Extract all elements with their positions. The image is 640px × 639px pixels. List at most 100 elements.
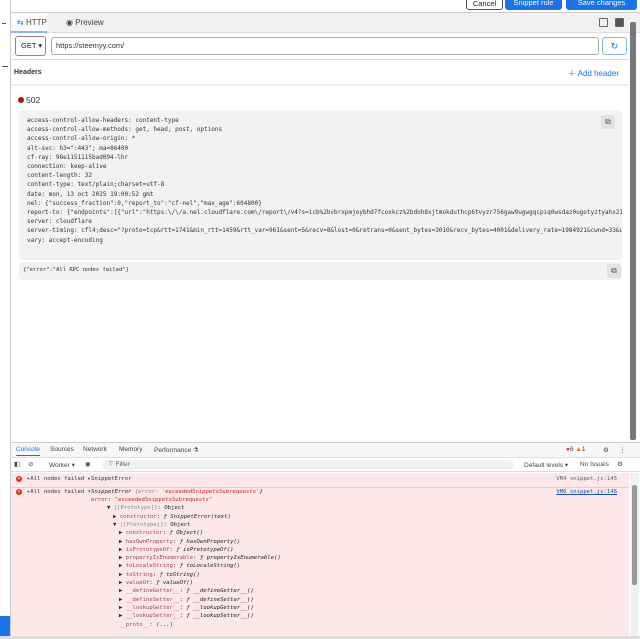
top-action-bar: Cancel Snippet rule Save changes	[11, 0, 640, 13]
devtools-panel: Console Sources Network Memory Performan…	[11, 442, 640, 637]
expand-arrow-icon[interactable]: ▶	[113, 514, 120, 520]
response-body: {"error":"All RPC nodes failed"}	[23, 267, 129, 273]
tree-node[interactable]: ▶ propertyIsEnumerable: ƒ propertyIsEnum…	[119, 555, 281, 561]
expand-arrow-icon[interactable]: ▶	[119, 563, 126, 569]
tree-node[interactable]: ▶ toLocaleString: ƒ toLocaleString()	[119, 563, 240, 569]
error-icon: ×	[16, 476, 22, 482]
filter-input[interactable]: ⊤ Filter	[102, 460, 514, 470]
save-changes-button[interactable]: Save changes	[566, 0, 637, 10]
plus-icon: ＋	[567, 69, 576, 78]
header-line: content-type: text/plain;charset=utf-8	[27, 181, 165, 189]
expand-arrow-icon[interactable]: ▶	[119, 588, 126, 594]
status-dot-icon	[18, 97, 24, 103]
headers-section: Headers ＋ Add header	[11, 60, 629, 86]
expand-arrow-icon[interactable]: ▼	[113, 522, 120, 528]
tree-node[interactable]: error: "exceededSnippetsSubrequests"	[91, 497, 212, 503]
console-message[interactable]: × ▸All nodes failed ▸SnippetError VM4 sn…	[11, 476, 629, 488]
header-line: server: cloudflare	[27, 218, 93, 226]
error-count[interactable]: ●6 ▲1	[566, 446, 585, 453]
header-line: server-timing: cfl4;desc="?proto=tcp&rtt…	[27, 227, 622, 235]
console-scrollbar[interactable]	[630, 473, 639, 637]
context-select[interactable]: Worker ▾	[49, 461, 75, 469]
add-header-button[interactable]: ＋ Add header	[568, 68, 619, 79]
header-line: report-to: {"endpoints":[{"url":"https:\…	[27, 209, 622, 217]
copy-body-icon[interactable]: ⧉	[607, 264, 621, 278]
tab-memory[interactable]: Memory	[119, 446, 142, 453]
tree-node[interactable]: ▼ [[Prototype]]: Object	[113, 522, 191, 528]
expand-arrow-icon[interactable]: ▶	[119, 613, 126, 619]
tab-http[interactable]: ⇆ HTTP	[11, 13, 47, 33]
tree-node[interactable]: ▶ valueOf: ƒ valueOf()	[119, 580, 193, 586]
tree-node[interactable]: ▶ isPrototypeOf: ƒ isPrototypeOf()	[119, 547, 234, 553]
settings-icon[interactable]: ⚙	[603, 446, 609, 454]
url-input[interactable]: https://steemyy.com/	[51, 37, 599, 55]
header-line: access-control-allow-origin: *	[27, 135, 136, 143]
header-line: access-control-allow-headers: content-ty…	[27, 117, 179, 124]
tree-node[interactable]: ▶ __defineSetter__: ƒ __defineSetter__()	[119, 597, 254, 603]
filter-icon: ⊤	[108, 461, 114, 468]
error-icon: ×	[16, 489, 22, 495]
eye-icon[interactable]: ◉	[85, 460, 91, 468]
caret-down-icon: ▾	[38, 41, 43, 50]
copy-icon[interactable]: ⧉	[601, 115, 615, 129]
sidebar-toggle-icon[interactable]: ◧	[14, 460, 20, 468]
clear-console-icon[interactable]: ⊘	[28, 460, 33, 468]
request-bar: GET ▾ https://steemyy.com/ ↻	[11, 33, 629, 60]
header-line: vary: accept-encoding	[27, 236, 103, 244]
tab-network[interactable]: Network	[83, 446, 107, 453]
header-line: connection: keep-alive	[27, 163, 107, 171]
response-headers: access-control-allow-headers: content-ty…	[27, 116, 622, 245]
tree-node[interactable]: ▶ __lookupSetter__: ƒ __lookupSetter__()	[119, 613, 254, 619]
more-icon[interactable]: ⋮	[619, 446, 626, 454]
tree-node[interactable]: ▶ __defineGetter__: ƒ __defineGetter__()	[119, 588, 254, 594]
left-indicator	[0, 616, 10, 636]
tree-node[interactable]: ▶ constructor: ƒ Object()	[119, 530, 203, 536]
tree-node[interactable]: ▶ constructor: ƒ SnippetError(text)	[113, 514, 231, 520]
arrows-icon: ⇆	[17, 18, 24, 27]
source-link[interactable]: VM6 snippet.js:146	[556, 489, 617, 495]
source-link[interactable]: VM4 snippet.js:145	[556, 476, 617, 482]
expand-arrow-icon[interactable]: ▶	[119, 547, 126, 553]
refresh-icon: ↻	[610, 41, 619, 51]
response-body-box: {"error":"All RPC nodes failed"} ⧉	[19, 262, 622, 280]
tree-node[interactable]: ▶ __lookupGetter__: ƒ __lookupGetter__()	[119, 605, 254, 611]
expand-arrow-icon[interactable]: ▶	[119, 539, 126, 545]
header-line: date: mon, 13 oct 2025 19:00:52 gmt	[27, 190, 154, 198]
expand-arrow-icon[interactable]: ▶	[119, 572, 126, 578]
header-line: nel: {"success_fraction":0,"report_to":"…	[27, 199, 262, 207]
refresh-button[interactable]: ↻	[602, 37, 627, 55]
headers-label: Headers	[14, 69, 42, 76]
tree-node[interactable]: ▶ toString: ƒ toString()	[119, 572, 200, 578]
console-settings-icon[interactable]: ⚙	[617, 460, 623, 468]
snippet-rule-button[interactable]: Snippet rule	[505, 0, 562, 10]
status-badge: 502	[18, 95, 40, 105]
expand-arrow-icon[interactable]: ▶	[119, 605, 126, 611]
expand-arrow-icon[interactable]: ▶	[119, 555, 126, 561]
request-tabs: ⇆ HTTP ◉ Preview	[11, 13, 640, 33]
header-line: access-control-allow-methods: get, head,…	[27, 126, 223, 134]
expand-arrow-icon[interactable]: ▶	[119, 597, 126, 603]
expand-arrow-icon[interactable]: ▼	[107, 505, 114, 511]
dock-panel-icon[interactable]	[615, 18, 624, 27]
header-line: alt-svc: h3=":443"; ma=86400	[27, 144, 129, 152]
devtools-tabs: Console Sources Network Memory Performan…	[11, 443, 640, 458]
tab-console[interactable]: Console	[16, 446, 40, 456]
expand-arrow-icon[interactable]: ▶	[119, 530, 126, 536]
page-scrollbar[interactable]	[630, 22, 636, 440]
console-toolbar: ◧ ⊘ Worker ▾ ◉ ⊤ Filter Default levels ▾…	[11, 458, 640, 472]
method-select[interactable]: GET ▾	[15, 36, 46, 56]
tree-node[interactable]: ▶ hasOwnProperty: ƒ hasOwnProperty()	[119, 539, 240, 545]
response-headers-box: access-control-allow-headers: content-ty…	[19, 110, 622, 260]
tab-performance[interactable]: Performance ⚗	[154, 446, 199, 454]
header-line: content-length: 32	[27, 172, 93, 180]
tree-node[interactable]: ▼ [[Prototype]]: Object	[107, 505, 185, 511]
tab-sources[interactable]: Sources	[50, 446, 74, 453]
header-line: cf-ray: 98e1151115bad094-lhr	[27, 153, 129, 161]
cancel-button[interactable]: Cancel	[466, 0, 503, 10]
tab-preview[interactable]: ◉ Preview	[66, 13, 104, 33]
split-view-icon[interactable]	[599, 18, 608, 27]
expand-arrow-icon[interactable]: ▶	[119, 580, 126, 586]
issues-button[interactable]: No Issues	[580, 461, 609, 468]
log-levels-select[interactable]: Default levels ▾	[524, 461, 568, 469]
tree-node[interactable]: __proto__: (...)	[119, 622, 173, 628]
